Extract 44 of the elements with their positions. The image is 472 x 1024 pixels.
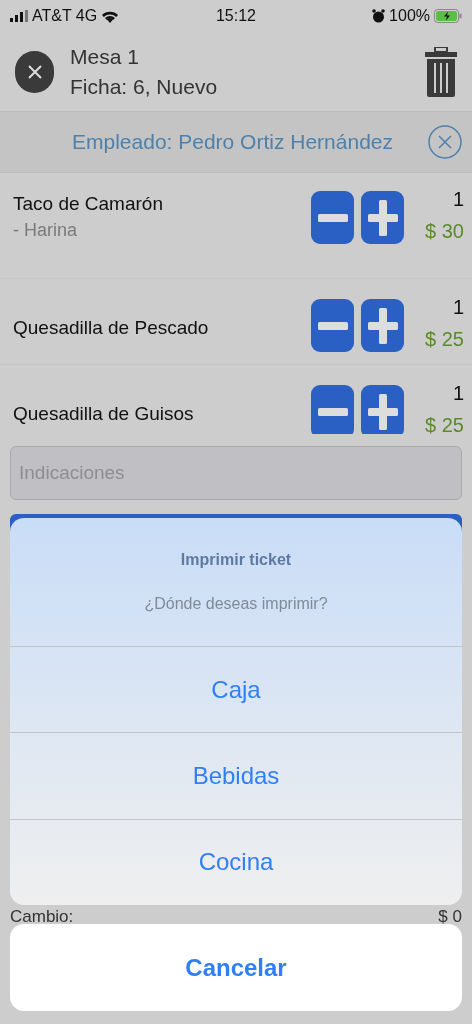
- close-icon: [26, 63, 43, 80]
- item-quantity: 1: [452, 381, 464, 406]
- sheet-title: Imprimir ticket: [180, 550, 292, 570]
- employee-label: Empleado: Pedro Ortiz Hernández: [72, 129, 394, 156]
- sheet-option[interactable]: Cocina: [10, 818, 462, 905]
- trash-icon[interactable]: [425, 46, 457, 97]
- carrier-label: AT&T 4G: [32, 6, 98, 26]
- plus-icon: [367, 393, 398, 430]
- increase-button[interactable]: [361, 191, 404, 244]
- sheet-option[interactable]: Bebidas: [10, 732, 462, 819]
- plus-icon: [367, 199, 398, 236]
- close-button[interactable]: [15, 50, 54, 93]
- signal-icon: [10, 10, 28, 22]
- cancel-button[interactable]: Cancelar: [10, 924, 462, 1011]
- item-name: Taco de Camarón: [13, 192, 164, 216]
- battery-icon: [434, 9, 462, 23]
- item-note: - Harina: [13, 219, 79, 242]
- wifi-icon: [101, 9, 120, 23]
- minus-icon: [317, 213, 348, 222]
- sheet-message: ¿Dónde deseas imprimir?: [144, 594, 328, 614]
- clock-time: 15:12: [214, 6, 257, 26]
- item-name: Quesadilla de Guisos: [13, 402, 195, 426]
- table-title: Mesa 1: [70, 43, 140, 70]
- increase-button[interactable]: [361, 385, 404, 434]
- ticket-subtitle: Ficha: 6, Nuevo: [70, 73, 219, 100]
- item-price: $ 25: [425, 413, 464, 434]
- item-price: $ 25: [425, 327, 464, 352]
- item-quantity: 1: [452, 295, 464, 320]
- decrease-button[interactable]: [311, 191, 354, 244]
- decrease-button[interactable]: [311, 385, 354, 434]
- decrease-button[interactable]: [311, 299, 354, 352]
- alarm-icon: [372, 9, 386, 23]
- total-value: $ 0: [438, 908, 462, 926]
- minus-icon: [317, 321, 348, 330]
- item-quantity: 1: [452, 187, 464, 212]
- sheet-option[interactable]: Caja: [10, 647, 462, 733]
- total-label: Cambio:: [10, 908, 74, 926]
- minus-icon: [317, 407, 348, 416]
- item-price: $ 30: [425, 219, 464, 244]
- item-name: Quesadilla de Pescado: [13, 316, 210, 340]
- increase-button[interactable]: [361, 299, 404, 352]
- plus-icon: [367, 307, 398, 344]
- close-icon[interactable]: [428, 125, 462, 159]
- battery-percent: 100%: [389, 6, 430, 26]
